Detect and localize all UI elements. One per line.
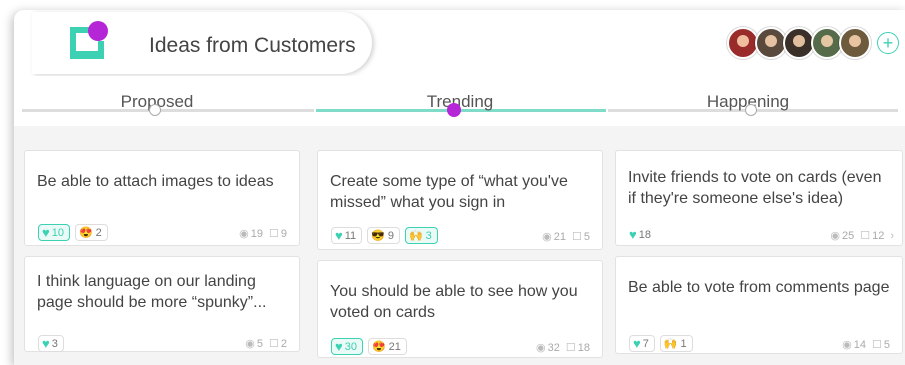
comment-count: 12 bbox=[872, 230, 885, 242]
comment-icon: ☐ bbox=[269, 228, 279, 240]
comment-count: 2 bbox=[280, 338, 287, 350]
view-count: 19 bbox=[250, 228, 263, 240]
heart-reaction[interactable]: ♥ 11 bbox=[331, 227, 363, 244]
heart-reaction[interactable]: ♥ 3 bbox=[38, 335, 64, 352]
idea-card[interactable]: Create some type of “what you've missed”… bbox=[317, 150, 603, 250]
heart-icon: ♥ bbox=[335, 339, 343, 354]
idea-card[interactable]: Be able to vote from comments page ♥ 7 🙌 1… bbox=[615, 256, 903, 354]
reaction-count: 2 bbox=[95, 226, 102, 239]
emoji-reaction[interactable]: 🙌 3 bbox=[404, 227, 438, 244]
heart-icon: ♥ bbox=[629, 227, 637, 242]
emoji-reaction[interactable]: 😎 9 bbox=[367, 227, 400, 244]
idea-card[interactable]: You should be able to see how you voted … bbox=[317, 260, 603, 358]
raised-hands-emoji-icon: 🙌 bbox=[663, 338, 678, 350]
emoji-reaction[interactable]: 🙌 1 bbox=[659, 335, 693, 352]
stage-tabs: Proposed Trending Happening bbox=[14, 76, 905, 126]
card-text: I think language on our landing page sho… bbox=[37, 273, 267, 311]
eye-icon: ◉ bbox=[842, 339, 852, 351]
chevron-right-icon[interactable]: › bbox=[890, 230, 894, 242]
board-title-bar: Ideas from Customers bbox=[32, 12, 372, 74]
sunglasses-emoji-icon: 😎 bbox=[371, 230, 385, 242]
eye-icon: ◉ bbox=[536, 342, 546, 354]
heart-reaction[interactable]: ♥ 7 bbox=[629, 335, 655, 352]
view-count: 32 bbox=[547, 342, 560, 354]
heart-reaction[interactable]: ♥ 30 bbox=[331, 338, 363, 355]
board-header: Ideas from Customers + bbox=[14, 10, 905, 76]
comment-icon: ☐ bbox=[872, 339, 882, 351]
raised-hands-emoji-icon: 🙌 bbox=[408, 230, 423, 242]
heart-count: 3 bbox=[51, 337, 58, 350]
member-list: + bbox=[727, 26, 899, 60]
eye-icon: ◉ bbox=[239, 228, 249, 240]
reaction-count: 21 bbox=[388, 340, 401, 353]
heart-count: 7 bbox=[642, 337, 649, 350]
eye-icon: ◉ bbox=[542, 231, 552, 243]
card-text: Invite friends to vote on cards (even if… bbox=[628, 169, 882, 207]
emoji-reaction[interactable]: 😍 21 bbox=[367, 338, 407, 355]
comment-count: 18 bbox=[577, 342, 590, 354]
reaction-count: 9 bbox=[387, 229, 394, 242]
heart-count: 11 bbox=[344, 229, 357, 242]
heart-icon: ♥ bbox=[335, 228, 343, 243]
comment-icon: ☐ bbox=[565, 342, 576, 354]
view-count: 25 bbox=[841, 230, 855, 242]
heart-eyes-emoji-icon: 😍 bbox=[371, 341, 386, 353]
idea-card[interactable]: Be able to attach images to ideas ♥ 10 😍 2… bbox=[24, 150, 300, 246]
heart-icon: ♥ bbox=[633, 336, 641, 351]
heart-count: 10 bbox=[51, 226, 64, 239]
app-logo-icon[interactable] bbox=[70, 21, 108, 59]
heart-icon: ♥ bbox=[42, 336, 50, 351]
tab-node-happening[interactable] bbox=[745, 104, 757, 116]
view-count: 21 bbox=[553, 231, 566, 243]
comment-count: 5 bbox=[583, 231, 590, 243]
idea-card[interactable]: I think language on our landing page sho… bbox=[24, 256, 300, 352]
add-member-button[interactable]: + bbox=[877, 32, 899, 54]
tab-node-trending[interactable] bbox=[447, 103, 461, 117]
tab-node-proposed[interactable] bbox=[149, 104, 161, 116]
view-count: 5 bbox=[256, 338, 263, 350]
idea-card[interactable]: Invite friends to vote on cards (even if… bbox=[615, 150, 903, 246]
card-text: You should be able to see how you voted … bbox=[330, 283, 578, 321]
board-window: Ideas from Customers + Proposed Trending… bbox=[14, 10, 905, 365]
emoji-reaction[interactable]: 😍 2 bbox=[74, 224, 108, 241]
heart-reaction[interactable]: ♥ 10 bbox=[38, 224, 70, 241]
comment-icon: ☐ bbox=[860, 230, 871, 242]
reaction-count: 1 bbox=[680, 337, 687, 350]
card-text: Be able to attach images to ideas bbox=[37, 173, 274, 190]
reaction-count: 3 bbox=[425, 229, 432, 242]
view-count: 14 bbox=[853, 339, 866, 351]
comment-count: 9 bbox=[280, 228, 287, 240]
card-text: Be able to vote from comments page bbox=[628, 279, 890, 296]
comment-icon: ☐ bbox=[572, 231, 582, 243]
heart-eyes-emoji-icon: 😍 bbox=[78, 227, 93, 239]
member-avatar[interactable] bbox=[839, 27, 871, 59]
eye-icon: ◉ bbox=[245, 338, 255, 350]
heart-reaction[interactable]: ♥ 18 bbox=[629, 226, 656, 243]
comment-count: 5 bbox=[883, 339, 890, 351]
heart-icon: ♥ bbox=[42, 225, 50, 240]
heart-count: 30 bbox=[344, 340, 357, 353]
heart-count: 18 bbox=[638, 228, 651, 241]
card-text: Create some type of “what you've missed”… bbox=[330, 173, 568, 211]
eye-icon: ◉ bbox=[830, 230, 840, 242]
comment-icon: ☐ bbox=[269, 338, 279, 350]
board-title[interactable]: Ideas from Customers bbox=[149, 34, 356, 58]
